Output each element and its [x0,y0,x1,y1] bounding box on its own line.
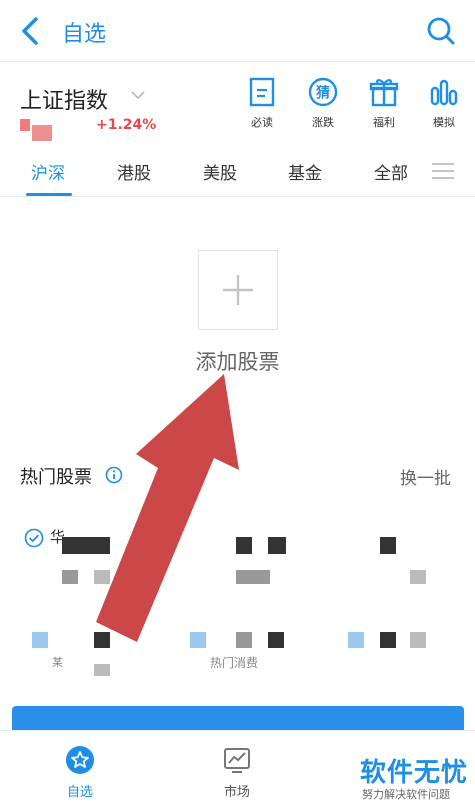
back-arrow-icon[interactable] [16,14,48,48]
tab-us[interactable]: 美股 [203,159,237,184]
chevron-down-icon[interactable] [130,89,146,101]
watermark-subtitle: 努力解决软件问题 [362,788,450,801]
info-icon[interactable] [105,466,123,484]
quick-link-rise-fall[interactable]: 猜 涨跌 [297,76,349,130]
gift-icon [369,79,399,107]
index-name[interactable]: 上证指数 [20,83,108,115]
market-chart-icon [224,748,250,773]
redaction-block [94,664,110,676]
redaction-block [236,632,252,648]
guess-icon: 猜 [308,77,338,107]
redaction-block [380,537,396,554]
stock-tag-fragment: 热门消费 [210,656,259,670]
nav-item-market[interactable]: 市场 [207,745,267,800]
redaction-block [190,632,206,648]
redaction-block [410,632,426,648]
refresh-button[interactable]: 换一批 [400,464,451,489]
redaction-block [348,632,364,648]
redaction-block [236,537,252,554]
redaction-block [32,125,52,141]
page-title: 自选 [62,22,107,47]
tab-hong-kong[interactable]: 港股 [117,159,151,184]
top-bar: 自选 [0,0,475,62]
redaction-block [236,570,270,584]
watermark-title: 软件无忧 [360,758,469,788]
search-icon[interactable] [426,16,456,46]
plus-icon [223,275,253,305]
redaction-block [32,632,48,648]
stock-tag-fragment: 某 [52,656,63,669]
tab-shanghai-shenzhen[interactable]: 沪深 [31,159,65,184]
redaction-block [52,117,96,135]
redaction-block [268,537,286,554]
redaction-block [268,632,284,648]
redaction-block [410,570,426,584]
svg-text:猜: 猜 [315,85,330,102]
redaction-block [94,632,110,648]
tab-all[interactable]: 全部 [374,159,408,184]
quick-link-welfare[interactable]: 福利 [358,76,410,130]
document-icon [249,77,275,107]
redaction-block [380,632,396,648]
tab-funds[interactable]: 基金 [288,159,322,184]
checkmark-icon[interactable] [24,528,44,548]
add-stock-label: 添加股票 [195,350,280,374]
menu-icon[interactable] [430,159,456,183]
active-tab-indicator [26,193,72,196]
star-icon [66,746,94,774]
nav-item-watchlist[interactable]: 自选 [50,745,110,800]
add-stock-button[interactable] [198,250,278,330]
hot-stocks-title: 热门股票 [20,467,92,488]
quick-link-must-read[interactable]: 必读 [236,76,288,130]
redaction-block [62,537,110,554]
market-tabs: 沪深 港股 美股 基金 全部 [0,145,475,197]
redaction-block [20,119,30,131]
quick-link-simulate[interactable]: 模拟 [418,76,470,130]
redaction-block [62,570,78,584]
redaction-block [94,570,110,584]
bar-chart-icon [430,79,458,106]
